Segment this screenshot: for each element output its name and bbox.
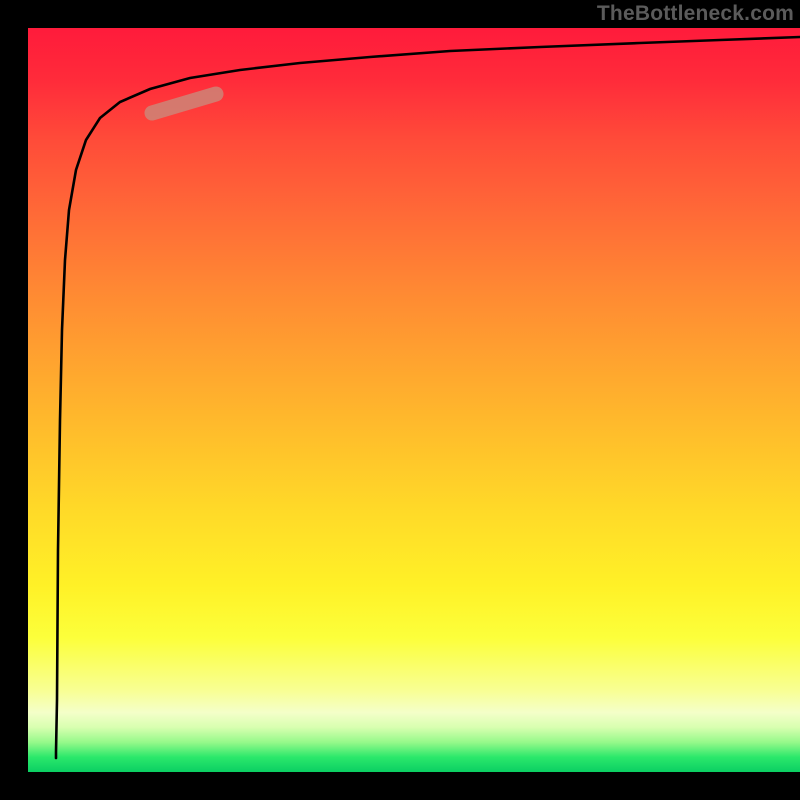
chart-gradient-background	[28, 28, 800, 772]
watermark-text: TheBottleneck.com	[597, 2, 794, 26]
